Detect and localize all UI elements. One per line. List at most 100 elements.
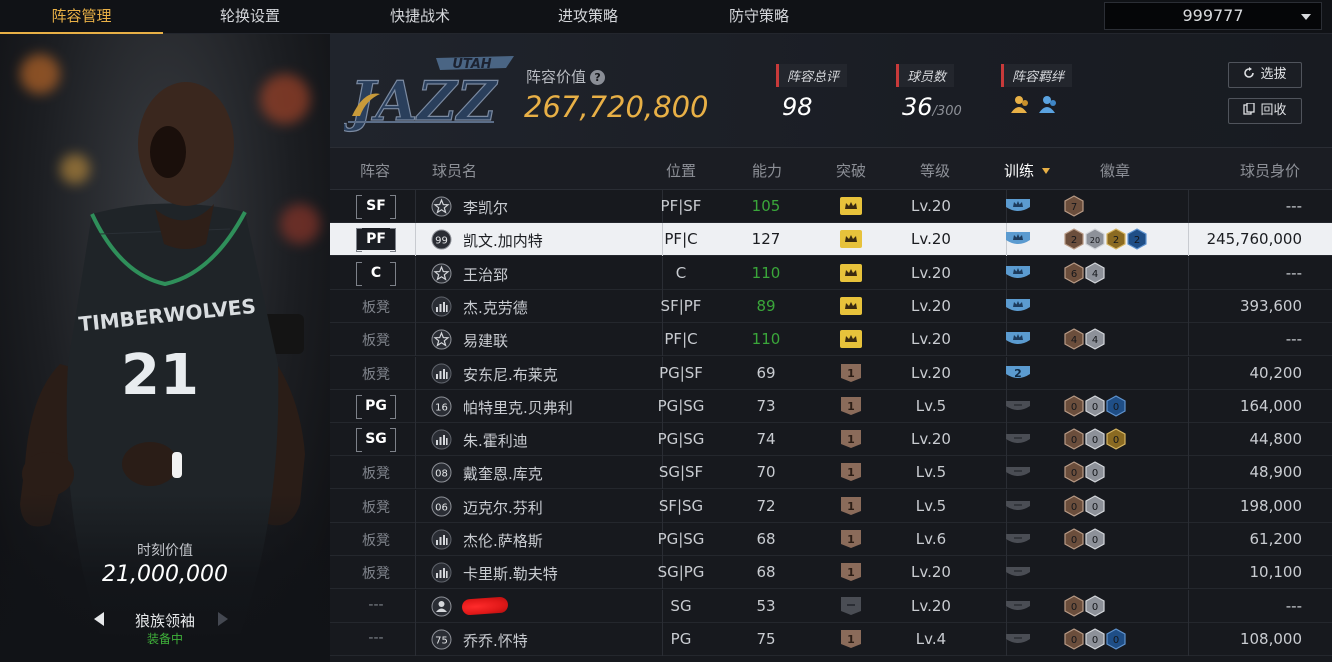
lineup-status[interactable]: 板凳: [356, 297, 396, 317]
table-row[interactable]: PG 16 帕特里克.贝弗利 PG|SG 73 1 Lv.5 0 0 0 164,000: [330, 389, 1332, 423]
table-row[interactable]: 板凳 杰.克劳德 SF|PF 89 Lv.20 393,600: [330, 289, 1332, 323]
table-row[interactable]: 板凳 卡里斯.勒夫特 SG|PG 68 1 Lv.20 10,100: [330, 556, 1332, 590]
table-row[interactable]: --- SG 53 Lv.20 0 0 ---: [330, 589, 1332, 623]
player-name[interactable]: 凯文.加内特: [463, 230, 543, 251]
tab-defense[interactable]: 防守策略: [679, 0, 839, 34]
table-row[interactable]: 板凳 安东尼.布莱克 PG|SF 69 1 Lv.20 2 40,200: [330, 356, 1332, 390]
training-crown-icon[interactable]: [1004, 330, 1032, 349]
table-row[interactable]: 板凳 易建联 PF|C 110 Lv.20 4 4 ---: [330, 323, 1332, 357]
player-position: SF|SG: [658, 496, 704, 515]
bond-people-icon[interactable]: [1007, 93, 1065, 117]
badge-list[interactable]: 0 0 0: [1064, 428, 1127, 451]
player-count-value: 36: [902, 93, 933, 121]
training-locked-icon[interactable]: [1004, 463, 1032, 482]
col-training[interactable]: 训练: [1004, 160, 1051, 181]
lineup-status[interactable]: 板凳: [356, 563, 396, 583]
training-crown-icon[interactable]: [1004, 297, 1032, 316]
player-name[interactable]: 王治郅: [463, 264, 508, 285]
training-locked-icon[interactable]: [1004, 630, 1032, 649]
lineup-status[interactable]: 板凳: [356, 497, 396, 517]
player-name[interactable]: 乔乔.怀特: [463, 630, 528, 651]
training-crown-icon[interactable]: [1004, 197, 1032, 216]
lineup-status[interactable]: ---: [356, 597, 396, 613]
badge-list[interactable]: 64: [1064, 261, 1106, 285]
lineup-status[interactable]: 板凳: [356, 330, 396, 350]
lineup-position-badge[interactable]: C: [356, 261, 396, 286]
lineup-position-badge[interactable]: PG: [356, 394, 396, 419]
training-crown-icon[interactable]: [1004, 264, 1032, 283]
hex-badge-icon: 0: [1064, 428, 1085, 454]
player-name-redacted[interactable]: [461, 596, 509, 616]
player-position: PG|SF: [659, 363, 703, 382]
col-badges[interactable]: 徽章: [1100, 160, 1130, 181]
tab-quick-tactics[interactable]: 快捷战术: [340, 0, 500, 34]
col-position[interactable]: 位置: [666, 160, 696, 181]
column-divider: [415, 523, 416, 556]
player-name[interactable]: 迈克尔.芬利: [463, 497, 543, 518]
crown-breakthrough-icon: [840, 263, 862, 282]
player-name[interactable]: 安东尼.布莱克: [463, 364, 558, 385]
roster-table: 阵容 球员名 位置 能力 突破 等级 训练 徽章 球员身价 SF 李凯尔 PF|SF…: [330, 148, 1332, 662]
badge-list[interactable]: 00: [1064, 594, 1106, 618]
column-divider: [415, 190, 416, 223]
help-icon[interactable]: ?: [590, 70, 606, 85]
tab-lineup[interactable]: 阵容管理: [0, 0, 163, 34]
table-row[interactable]: C 王治郅 C 110 Lv.20 6 4 ---: [330, 256, 1332, 290]
lineup-position-badge[interactable]: SF: [356, 195, 396, 219]
table-row[interactable]: PF 99 凯文.加内特 PF|C 127 Lv.20 2 20 2 2 245,760,000: [330, 223, 1332, 257]
table-row[interactable]: 板凳 08 戴奎恩.库克 SG|SF 70 1 Lv.5 0 0 48,900: [330, 456, 1332, 490]
badge-list[interactable]: 2 20 2 2: [1064, 228, 1148, 251]
recycle-button[interactable]: 回收: [1228, 98, 1302, 124]
player-name[interactable]: 易建联: [463, 330, 508, 351]
badge-list[interactable]: 00: [1064, 461, 1106, 484]
currency-dropdown[interactable]: 999777: [1104, 2, 1322, 30]
training-crown-icon[interactable]: [1004, 230, 1032, 249]
table-row[interactable]: --- 75 乔乔.怀特 PG 75 1 Lv.4 0 0 0 108,000: [330, 622, 1332, 656]
col-breakthrough[interactable]: 突破: [836, 160, 866, 181]
player-name[interactable]: 李凯尔: [463, 197, 508, 218]
lineup-status[interactable]: 板凳: [356, 364, 396, 384]
badge-list[interactable]: 0 0 0: [1064, 628, 1127, 651]
badge-list[interactable]: 00: [1064, 528, 1106, 551]
col-price[interactable]: 球员身价: [1240, 160, 1300, 181]
table-row[interactable]: 板凳 杰伦.萨格斯 PG|SG 68 1 Lv.6 0 0 61,200: [330, 523, 1332, 556]
training-locked-icon[interactable]: [1004, 563, 1032, 582]
player-name[interactable]: 杰.克劳德: [463, 297, 528, 318]
training-locked-icon[interactable]: [1004, 430, 1032, 449]
player-name[interactable]: 卡里斯.勒夫特: [463, 563, 558, 584]
col-name[interactable]: 球员名: [432, 160, 477, 181]
next-arrow-icon[interactable]: [218, 612, 228, 626]
player-name[interactable]: 戴奎恩.库克: [463, 463, 543, 484]
badge-list[interactable]: 0 0 0: [1064, 395, 1127, 418]
player-ability: 69: [756, 363, 776, 382]
training-locked-icon[interactable]: [1004, 530, 1032, 549]
table-row[interactable]: SG 朱.霍利迪 PG|SG 74 1 Lv.20 0 0 0 44,800: [330, 423, 1332, 457]
badge-list[interactable]: 7: [1064, 195, 1085, 218]
table-row[interactable]: 板凳 06 迈克尔.芬利 SF|SG 72 1 Lv.5 0 0 198,000: [330, 489, 1332, 523]
player-level: Lv.6: [915, 530, 947, 548]
lineup-status[interactable]: ---: [356, 630, 396, 646]
badge-list[interactable]: 44: [1064, 328, 1106, 351]
tab-rotation[interactable]: 轮换设置: [170, 0, 330, 34]
svg-text:2: 2: [1014, 367, 1022, 380]
col-lineup[interactable]: 阵容: [360, 160, 390, 181]
col-ability[interactable]: 能力: [752, 160, 782, 181]
badge-list[interactable]: 00: [1064, 495, 1106, 518]
lineup-status[interactable]: 板凳: [356, 463, 396, 483]
table-row[interactable]: SF 李凯尔 PF|SF 105 Lv.20 7 ---: [330, 190, 1332, 223]
training-locked-icon[interactable]: [1004, 597, 1032, 616]
column-divider: [415, 289, 416, 323]
lineup-position-badge[interactable]: PF: [356, 228, 396, 253]
training-crown-icon[interactable]: 2: [1004, 364, 1032, 383]
training-locked-icon[interactable]: [1004, 397, 1032, 416]
col-level[interactable]: 等级: [920, 160, 950, 181]
select-button[interactable]: 选拔: [1228, 62, 1302, 88]
player-name[interactable]: 杰伦.萨格斯: [463, 530, 543, 551]
hex-badge-icon: 4: [1085, 328, 1106, 354]
lineup-status[interactable]: 板凳: [356, 530, 396, 550]
player-name[interactable]: 朱.霍利迪: [463, 430, 528, 451]
player-name[interactable]: 帕特里克.贝弗利: [463, 397, 573, 418]
tab-offense[interactable]: 进攻策略: [508, 0, 668, 34]
lineup-position-badge[interactable]: SG: [356, 428, 396, 453]
training-locked-icon[interactable]: [1004, 497, 1032, 516]
